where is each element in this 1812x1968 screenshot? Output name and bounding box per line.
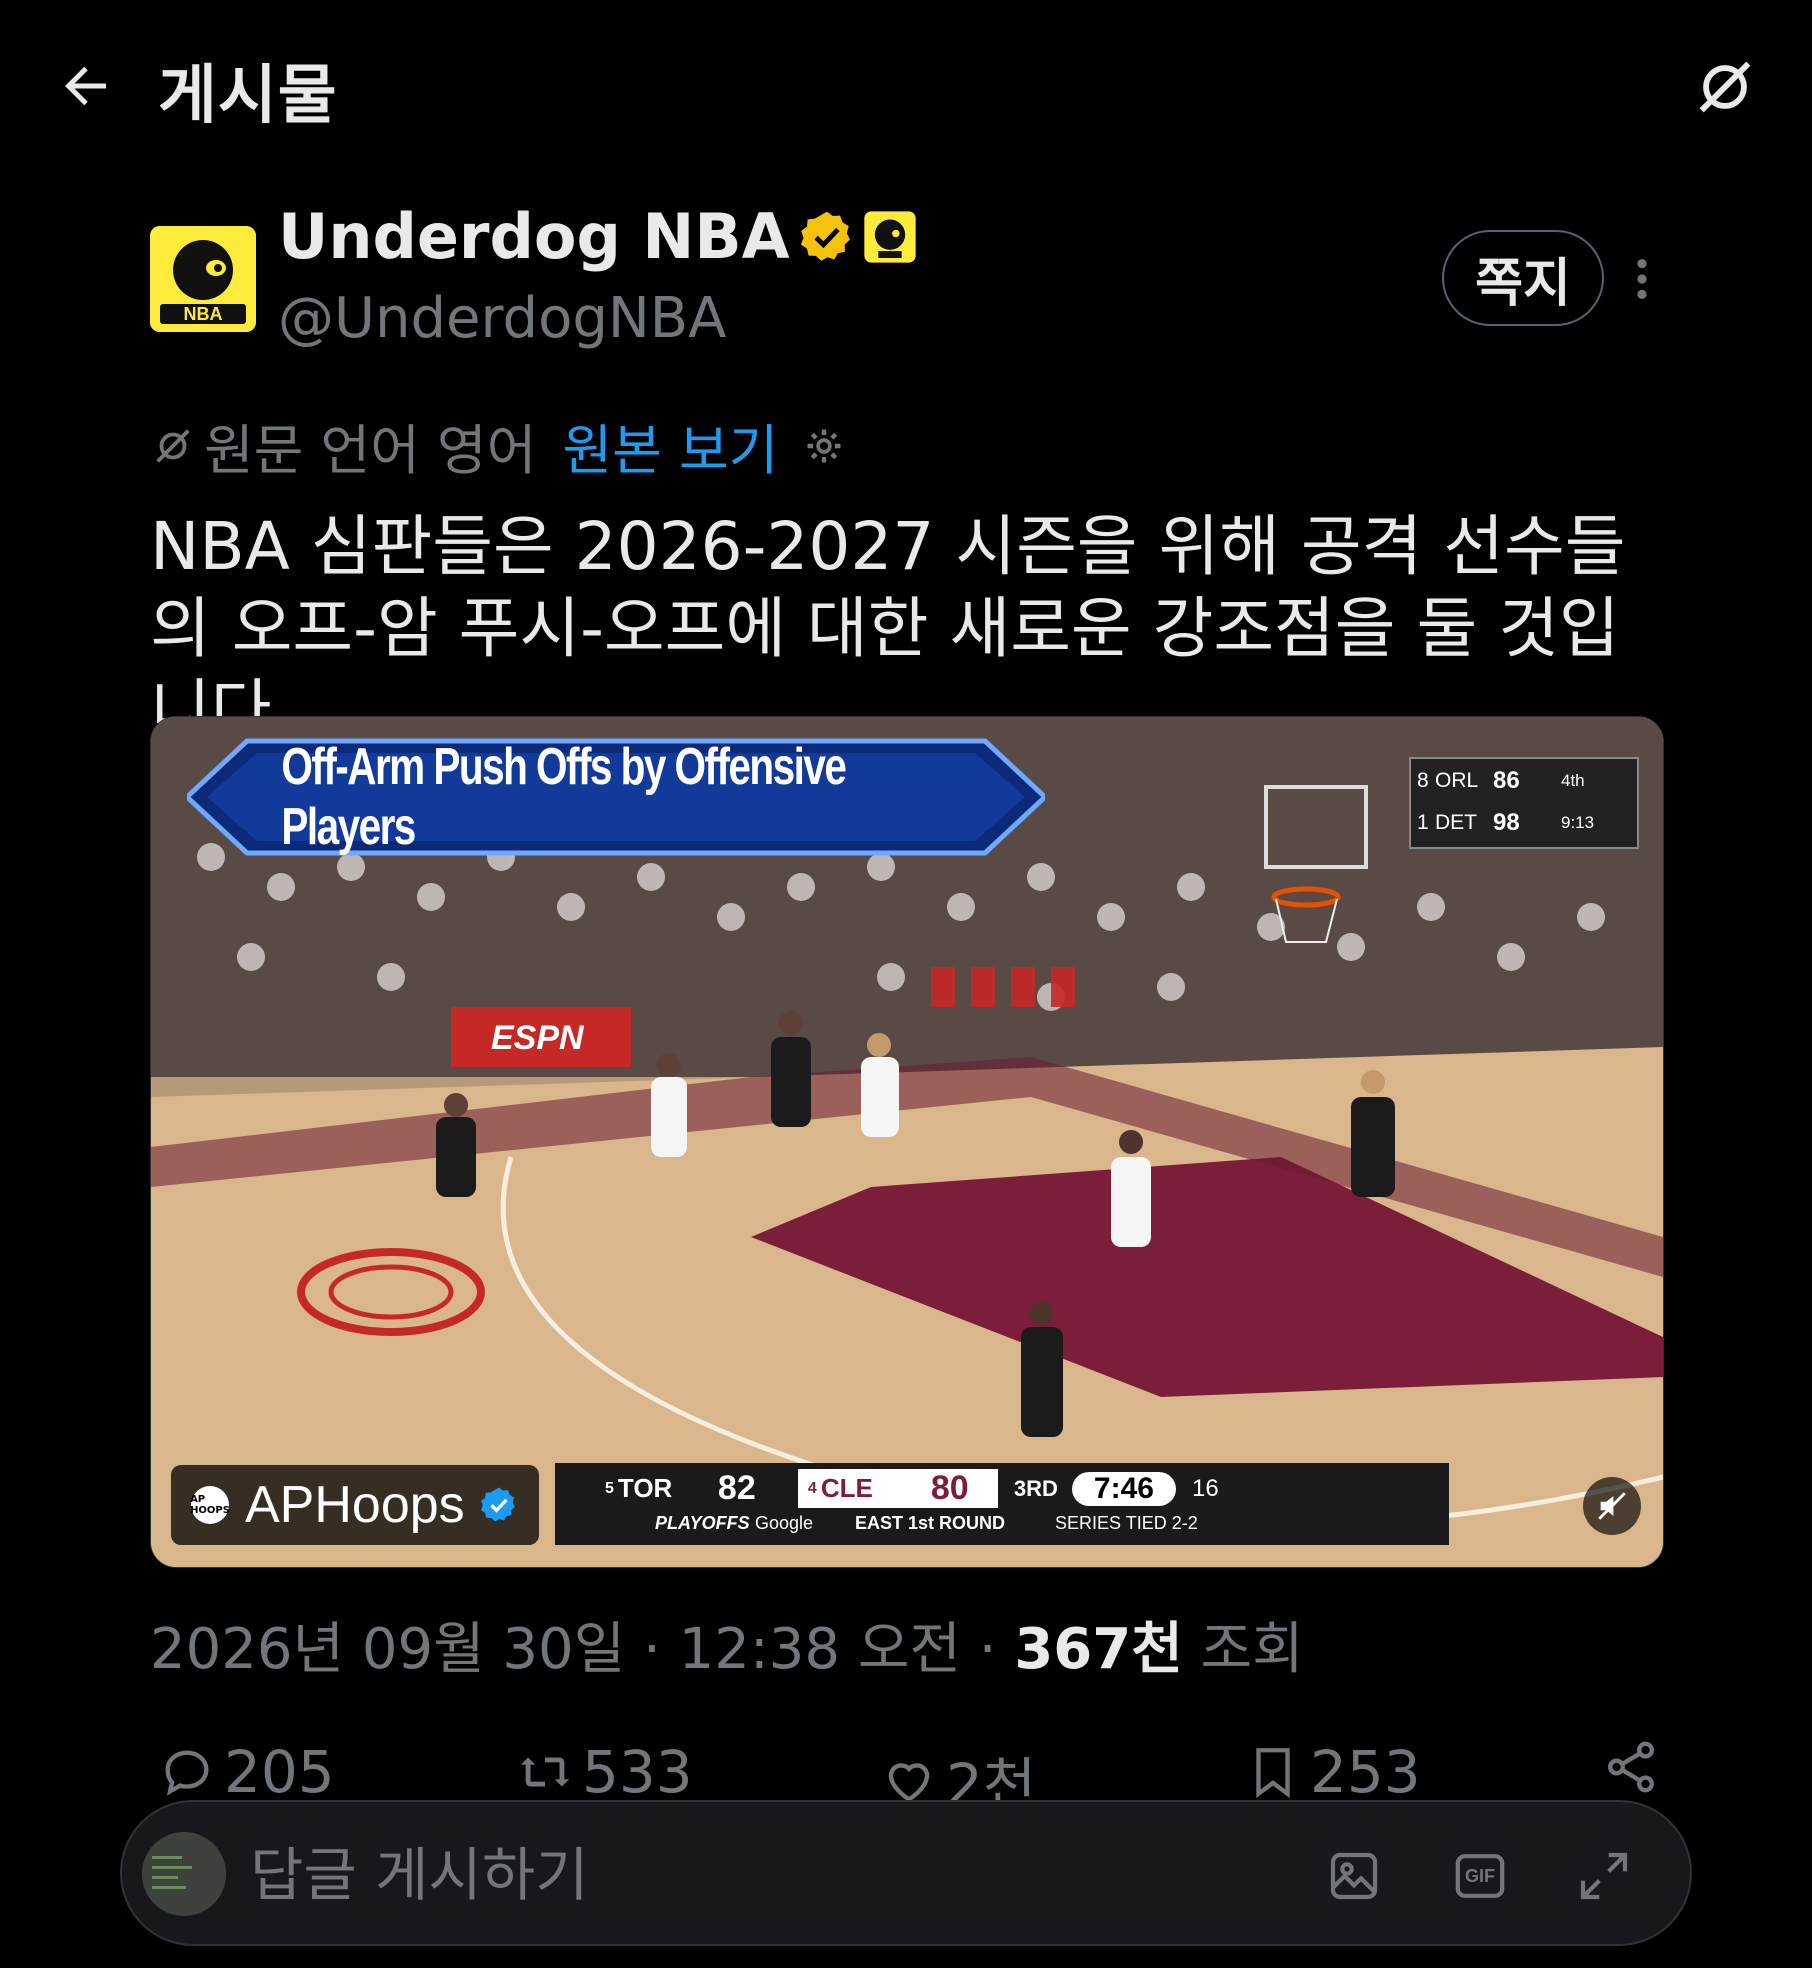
repost-icon — [520, 1757, 570, 1787]
avatar[interactable]: NBA — [150, 226, 256, 332]
gif-button[interactable]: GIF — [1452, 1848, 1508, 1904]
playoffs-label: PLAYOFFS — [655, 1513, 750, 1533]
scoreboard-row: 1 DET 98 9:13 — [1417, 803, 1631, 843]
post-date: 2026년 09월 30일 — [150, 1617, 626, 1682]
expand-icon[interactable] — [1576, 1848, 1632, 1904]
svg-text:NBA: NBA — [184, 304, 223, 324]
away-team: TOR — [617, 1473, 673, 1503]
sponsor: Google — [755, 1513, 814, 1533]
gif-label: GIF — [1465, 1865, 1495, 1886]
score: 98 — [1493, 809, 1520, 836]
score: 86 — [1493, 767, 1520, 794]
seed: 8 — [1417, 769, 1429, 792]
aphoops-logo: AP HOOPS — [190, 1486, 230, 1524]
reply-button[interactable]: 205 — [158, 1738, 335, 1806]
reply-input[interactable] — [248, 1836, 1012, 1914]
score-bug: 5 TOR 82 4 CLE 80 3RD 7:46 16 PLAYOFFS G… — [555, 1463, 1449, 1545]
page-title: 게시물 — [158, 59, 338, 133]
user-avatar[interactable] — [142, 1832, 226, 1916]
away-score: 82 — [717, 1469, 756, 1507]
repost-count: 533 — [582, 1738, 693, 1806]
reply-icon — [165, 1750, 209, 1796]
svg-text:ESPN: ESPN — [491, 1019, 585, 1057]
post-time: 12:38 오전 — [678, 1617, 961, 1682]
mute-button[interactable] — [1583, 1477, 1641, 1535]
home-score: 80 — [930, 1469, 969, 1507]
seed: 1 — [1417, 811, 1429, 834]
credit-name: APHoops — [245, 1476, 465, 1534]
home-team: CLE — [820, 1473, 873, 1503]
series-status: SERIES TIED 2-2 — [1055, 1513, 1198, 1533]
translate-icon[interactable] — [1690, 52, 1760, 122]
other-game-scoreboard: 8 ORL 86 4th 1 DET 98 9:13 — [1409, 757, 1639, 849]
author-name[interactable]: Underdog NBA — [278, 200, 918, 273]
verified-blue-badge-icon — [480, 1487, 515, 1522]
dm-button[interactable]: 쪽지 — [1442, 230, 1604, 326]
away-seed: 5 — [605, 1479, 614, 1497]
muted-speaker-icon — [1598, 1492, 1626, 1520]
period: 3RD — [1013, 1475, 1058, 1501]
score-bug-footer: PLAYOFFS Google EAST 1st ROUND SERIES TI… — [655, 1513, 1198, 1534]
share-icon — [1608, 1741, 1654, 1793]
meta-separator: · — [978, 1617, 997, 1682]
bookmark-count: 253 — [1310, 1738, 1421, 1806]
gear-icon[interactable] — [802, 424, 846, 468]
underdog-logo-icon: NBA — [150, 226, 256, 332]
video-player[interactable]: ESPN Off-Arm Push Offs by Offensive Play… — [150, 716, 1664, 1568]
share-button[interactable] — [1602, 1738, 1668, 1796]
translation-source-label: 원문 언어 영어 — [204, 419, 537, 482]
score-bug-scores: 5 TOR 82 4 CLE 80 3RD 7:46 16 — [605, 1469, 1219, 1508]
author-handle[interactable]: @UnderdogNBA — [278, 286, 727, 351]
show-original-link[interactable]: 원본 보기 — [562, 406, 778, 485]
translation-row: 원문 언어 영어 원본 보기 — [150, 406, 846, 485]
views-count: 367천 — [1014, 1617, 1183, 1682]
post-meta: 2026년 09월 30일 · 12:38 오전 · 367천 조회 — [150, 1604, 1304, 1685]
home-seed: 4 — [807, 1479, 817, 1497]
video-caption-banner: Off-Arm Push Offs by Offensive Players — [187, 737, 1045, 857]
reply-composer: GIF — [120, 1800, 1692, 1946]
team: ORL — [1435, 769, 1479, 792]
game-info: 9:13 — [1561, 813, 1595, 832]
meta-separator: · — [643, 1617, 661, 1682]
back-arrow-icon[interactable] — [56, 56, 116, 116]
views-label: 조회 — [1200, 1617, 1304, 1682]
bookmark-icon — [1256, 1748, 1290, 1799]
team: DET — [1435, 811, 1477, 834]
game-clock: 7:46 — [1071, 1471, 1176, 1506]
translated-icon — [156, 428, 190, 463]
game-info: 4th — [1561, 771, 1585, 790]
author-name-text: Underdog NBA — [278, 200, 790, 273]
bookmark-button[interactable]: 253 — [1244, 1738, 1421, 1806]
image-icon[interactable] — [1326, 1848, 1382, 1904]
user-avatar-image — [142, 1832, 226, 1916]
round-label: EAST 1st ROUND — [855, 1513, 1006, 1533]
verified-gold-badge-icon — [800, 211, 850, 261]
video-caption-text: Off-Arm Push Offs by Offensive Players — [281, 738, 847, 856]
more-options-icon[interactable] — [1628, 256, 1656, 302]
affiliate-badge-icon — [863, 210, 916, 263]
shot-clock: 16 — [1191, 1474, 1219, 1502]
media-credit[interactable]: AP HOOPS APHoops — [171, 1465, 539, 1545]
reply-count: 205 — [224, 1738, 335, 1806]
repost-button[interactable]: 533 — [516, 1738, 693, 1806]
scoreboard-row: 8 ORL 86 4th — [1417, 761, 1631, 801]
